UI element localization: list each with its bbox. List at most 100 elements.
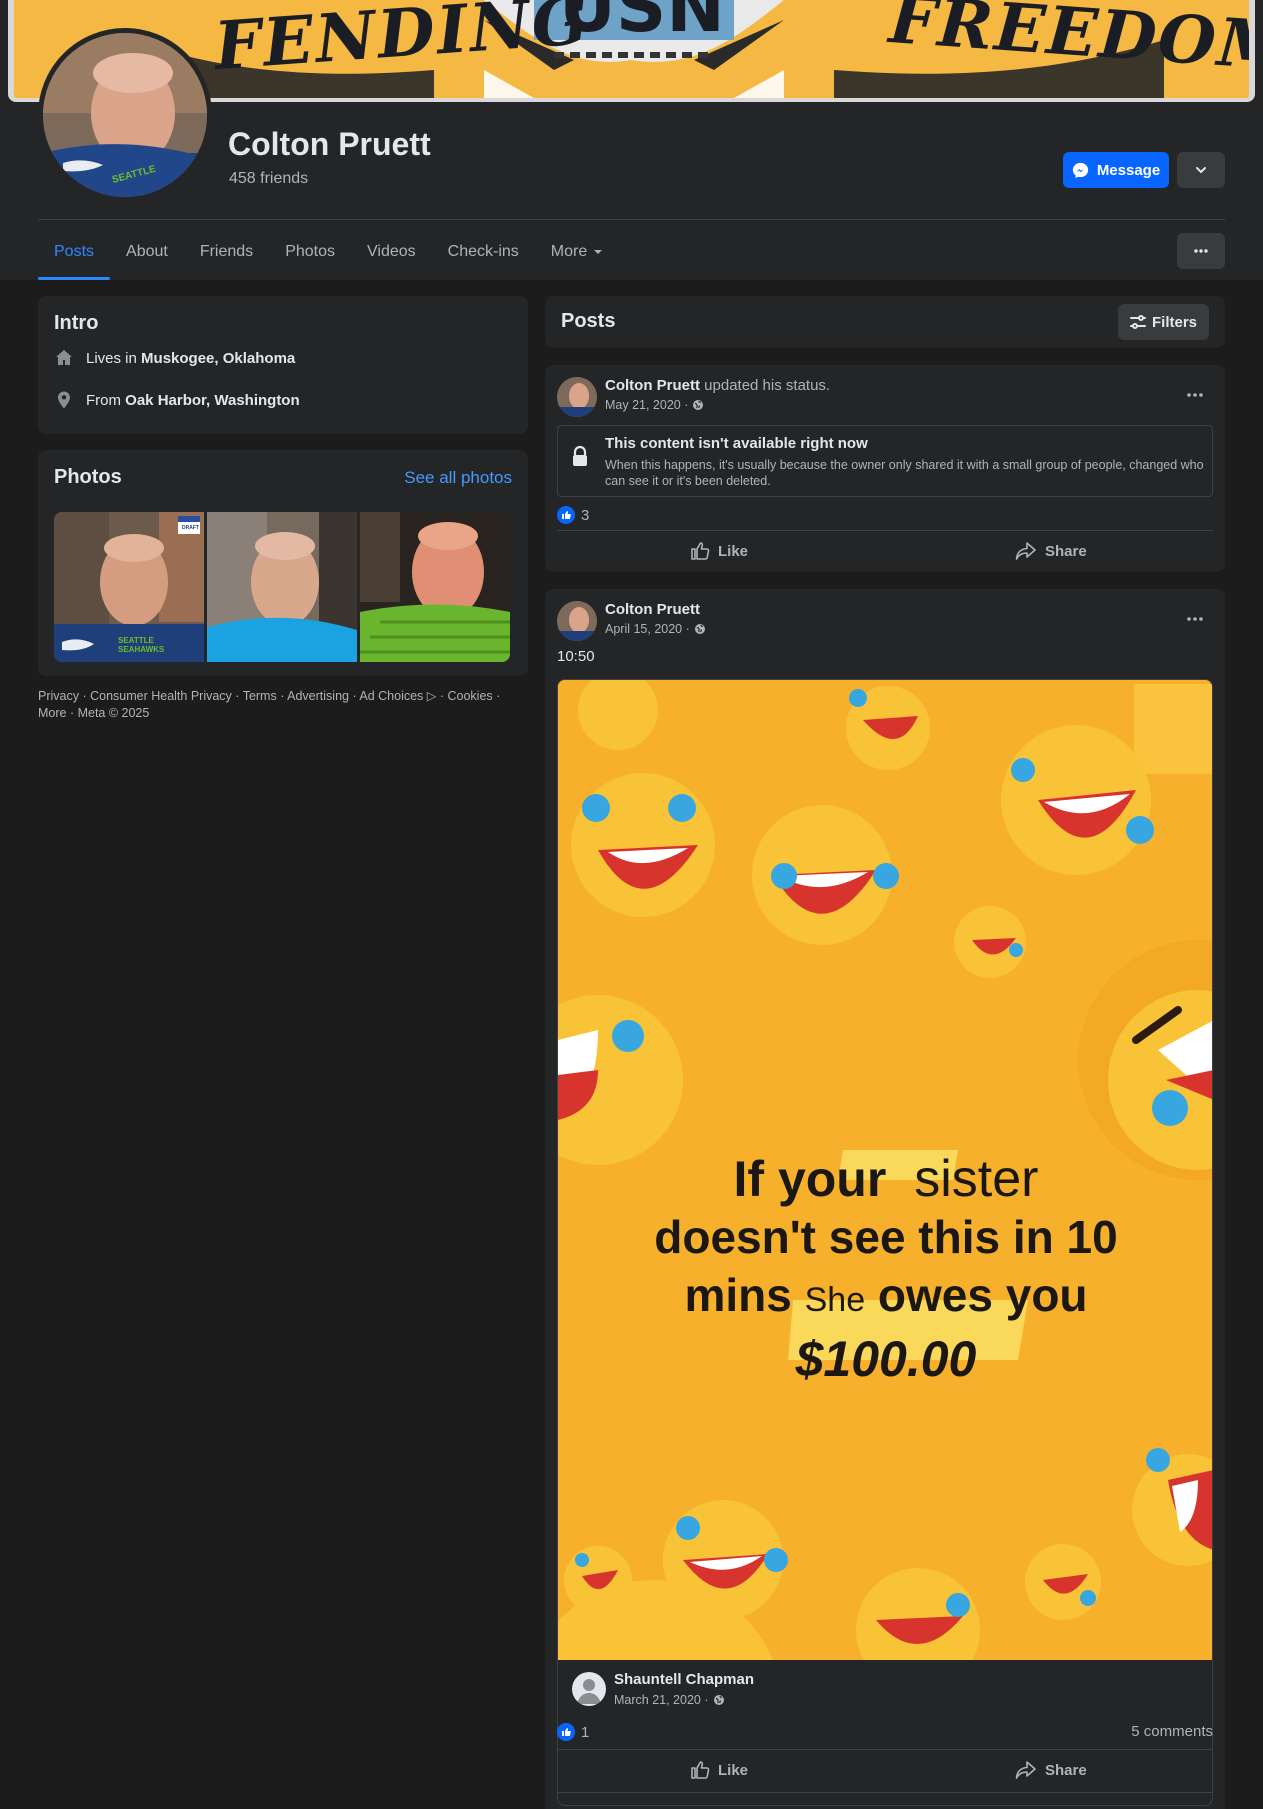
post-card-1: Colton Pruett updated his status. May 21… bbox=[545, 365, 1225, 572]
from-place[interactable]: Oak Harbor, Washington bbox=[125, 392, 299, 409]
see-all-photos-link[interactable]: See all photos bbox=[404, 468, 512, 488]
intro-card: Intro Lives in Muskogee, Oklahoma From O… bbox=[38, 296, 528, 434]
like-label: Like bbox=[718, 542, 749, 560]
lives-in-place[interactable]: Muskogee, Oklahoma bbox=[141, 350, 295, 367]
from-prefix: From bbox=[86, 391, 126, 409]
photo-thumbnail-2[interactable] bbox=[207, 512, 357, 662]
post-author-avatar[interactable] bbox=[557, 377, 597, 417]
default-avatar-icon[interactable] bbox=[572, 1672, 606, 1706]
tab-about[interactable]: About bbox=[110, 224, 184, 280]
profile-options-dropdown[interactable] bbox=[1177, 152, 1225, 188]
more-dots-icon bbox=[1194, 249, 1208, 253]
like-icon bbox=[690, 541, 710, 561]
share-icon bbox=[1015, 1760, 1037, 1780]
chevron-down-icon bbox=[1195, 166, 1207, 174]
profile-tabs: Posts About Friends Photos Videos Check-… bbox=[38, 224, 619, 280]
globe-icon bbox=[713, 1694, 725, 1706]
shared-post-author[interactable]: Shauntell Chapman bbox=[614, 1671, 754, 1688]
lives-in-prefix: Lives in bbox=[86, 349, 142, 367]
tab-posts[interactable]: Posts bbox=[38, 224, 111, 280]
meme-line-3-b: She bbox=[804, 1281, 866, 1319]
meme-line-3-a: mins bbox=[684, 1269, 792, 1321]
share-label: Share bbox=[1045, 1761, 1087, 1779]
tab-more[interactable]: More bbox=[535, 224, 619, 280]
header-divider bbox=[38, 219, 1225, 220]
filters-label: Filters bbox=[1151, 313, 1197, 331]
lock-icon bbox=[570, 445, 590, 469]
meme-line-3-c: owes you bbox=[877, 1269, 1088, 1321]
globe-icon bbox=[694, 623, 706, 635]
like-button[interactable]: Like bbox=[690, 533, 748, 569]
post-date-text[interactable]: May 21, 2020 · bbox=[605, 398, 688, 412]
reactions-summary[interactable]: 3 bbox=[557, 506, 589, 524]
cover-text-mid: USN bbox=[559, 0, 725, 48]
footer-links[interactable]: Privacy · Consumer Health Privacy · Term… bbox=[38, 688, 528, 722]
comments-count[interactable]: 5 comments bbox=[1131, 1723, 1213, 1740]
profile-picture[interactable]: SEATTLE bbox=[38, 28, 212, 202]
post-author-avatar[interactable] bbox=[557, 601, 597, 641]
profile-name: Colton Pruett bbox=[228, 126, 431, 162]
tab-photos-label: Photos bbox=[285, 243, 335, 260]
meme-line-1: If your sister bbox=[558, 1150, 1212, 1208]
globe-icon bbox=[692, 399, 704, 411]
more-dots-icon bbox=[1187, 617, 1203, 621]
post-actions-divider bbox=[557, 1749, 1213, 1750]
tab-videos-label: Videos bbox=[367, 243, 416, 260]
posts-title: Posts bbox=[561, 310, 616, 332]
reactions-summary[interactable]: 1 bbox=[557, 1723, 589, 1741]
photo-2-image bbox=[207, 512, 357, 662]
share-icon bbox=[1015, 541, 1037, 561]
tab-posts-label: Posts bbox=[54, 243, 95, 260]
tab-friends[interactable]: Friends bbox=[184, 224, 269, 280]
tab-about-label: About bbox=[126, 243, 168, 260]
friends-count[interactable]: 458 friends bbox=[229, 170, 308, 188]
from-text: From Oak Harbor, Washington bbox=[86, 392, 300, 409]
home-icon bbox=[54, 348, 74, 368]
share-button[interactable]: Share bbox=[1015, 533, 1087, 569]
post-options-button[interactable] bbox=[1177, 601, 1213, 637]
post-text: 10:50 bbox=[557, 648, 595, 665]
tab-more-label: More bbox=[550, 243, 588, 260]
photos-title: Photos bbox=[54, 466, 122, 488]
photo-3-image bbox=[360, 512, 510, 662]
nfl-draft-badge: DRAFT bbox=[182, 525, 199, 531]
more-dots-icon bbox=[1187, 393, 1203, 397]
post-author-line: Colton Pruett updated his status. bbox=[605, 377, 830, 394]
tab-check-ins[interactable]: Check-ins bbox=[432, 224, 535, 280]
post-date-text[interactable]: April 15, 2020 · bbox=[605, 622, 690, 636]
meme-line-1-a: If your bbox=[733, 1151, 887, 1207]
like-count: 3 bbox=[581, 506, 590, 524]
shared-post-date-text[interactable]: March 21, 2020 · bbox=[614, 1693, 709, 1707]
share-button[interactable]: Share bbox=[1015, 1752, 1087, 1788]
filters-button[interactable]: Filters bbox=[1117, 304, 1209, 340]
location-pin-icon bbox=[54, 390, 74, 410]
shared-post[interactable]: If your sister doesn't see this in 10 mi… bbox=[557, 679, 1213, 1806]
message-button[interactable]: Message bbox=[1063, 152, 1169, 188]
post-author-name[interactable]: Colton Pruett bbox=[605, 601, 700, 618]
share-label: Share bbox=[1045, 542, 1087, 560]
post-author-name[interactable]: Colton Pruett bbox=[605, 377, 700, 394]
like-reaction-icon bbox=[557, 506, 575, 524]
photo-thumbnail-1[interactable]: DRAFT SEATTLE SEAHAWKS bbox=[54, 512, 204, 662]
meme-line-1-b: sister bbox=[914, 1150, 1039, 1208]
like-label: Like bbox=[718, 1761, 749, 1779]
meme-line-4: $100.00 bbox=[795, 1331, 977, 1387]
tab-friends-label: Friends bbox=[199, 243, 254, 260]
like-button[interactable]: Like bbox=[690, 1752, 748, 1788]
post-actions-divider-bottom bbox=[557, 1792, 1213, 1793]
like-reaction-icon bbox=[557, 1723, 575, 1741]
post-options-button[interactable] bbox=[1177, 377, 1213, 413]
author-avatar-image bbox=[557, 601, 597, 641]
post-card-2: Colton Pruett April 15, 2020 · 10:50 If … bbox=[545, 589, 1225, 1809]
profile-more-button[interactable] bbox=[1177, 233, 1225, 269]
tab-videos[interactable]: Videos bbox=[351, 224, 432, 280]
shared-post-date: March 21, 2020 · bbox=[614, 1693, 725, 1707]
profile-header: FENDING USN FREEDOM SEATTLE Colton Pruet… bbox=[0, 0, 1263, 280]
tab-photos[interactable]: Photos bbox=[269, 224, 351, 280]
from-row: From Oak Harbor, Washington bbox=[54, 390, 300, 410]
profile-picture-image: SEATTLE bbox=[43, 33, 207, 197]
photo-thumbnail-3[interactable] bbox=[360, 512, 510, 662]
meme-image[interactable]: If your sister doesn't see this in 10 mi… bbox=[558, 680, 1212, 1660]
filters-icon bbox=[1129, 315, 1146, 329]
lives-in-row: Lives in Muskogee, Oklahoma bbox=[54, 348, 295, 368]
